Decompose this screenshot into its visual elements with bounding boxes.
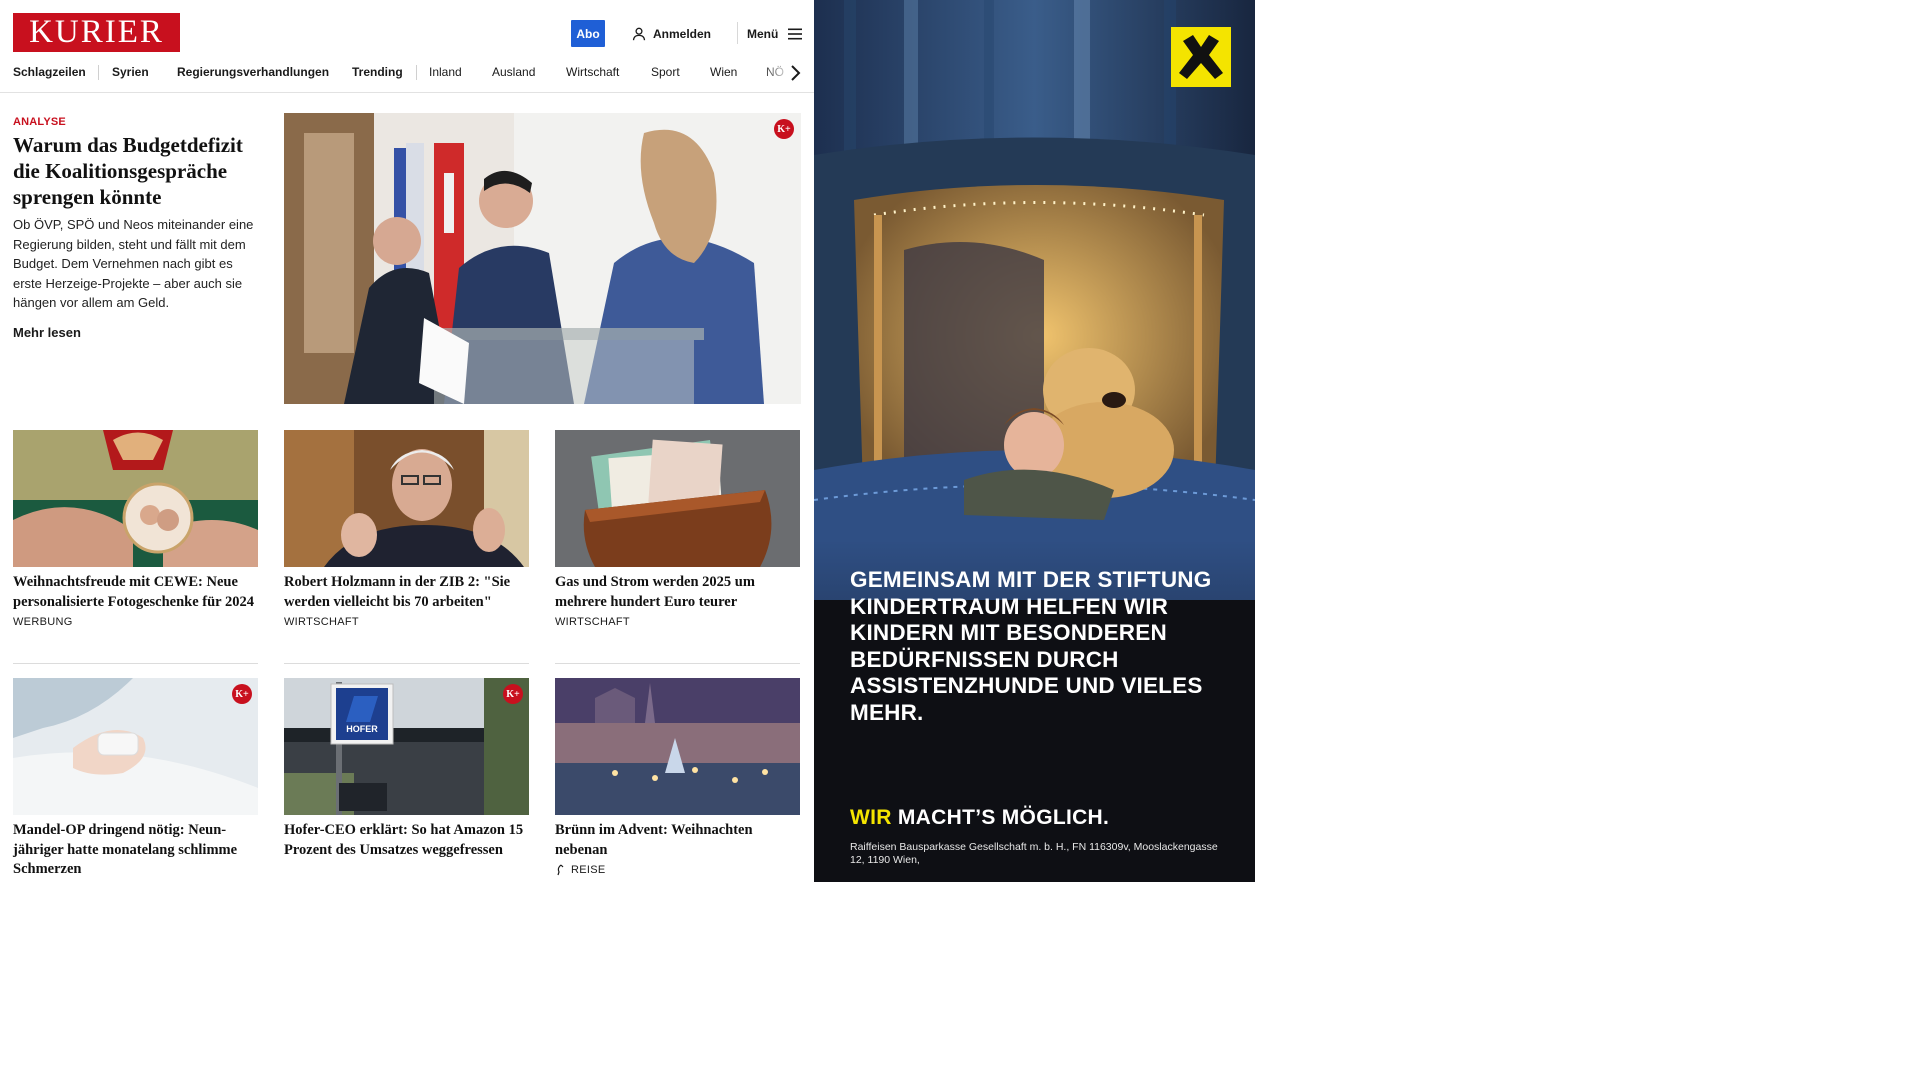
article-image xyxy=(555,430,800,567)
article-title[interactable]: Gas und Strom werden 2025 um mehrere hun… xyxy=(555,573,800,612)
header-divider xyxy=(737,22,738,44)
article-card[interactable]: HOFER K+ Hofer-CEO erklärt: So hat Amazo… xyxy=(284,678,529,860)
card-divider xyxy=(13,663,258,664)
travel-sign-icon xyxy=(557,864,564,876)
article-title[interactable]: Robert Holzmann in der ZIB 2: "Sie werde… xyxy=(284,573,529,612)
article-card[interactable]: K+ Mandel-OP dringend nötig: Neun-jährig… xyxy=(13,678,258,880)
nav-item-regierungsverhandlungen[interactable]: Regierungsverhandlungen xyxy=(177,65,329,79)
article-title[interactable]: Mandel-OP dringend nötig: Neun-jähriger … xyxy=(13,821,258,880)
raiffeisen-logo xyxy=(1171,27,1231,87)
premium-badge: K+ xyxy=(503,684,523,704)
login-label: Anmelden xyxy=(653,26,712,41)
article-card[interactable]: Robert Holzmann in der ZIB 2: "Sie werde… xyxy=(284,430,529,628)
article-image xyxy=(13,430,258,567)
news-site: KURIER Abo Anmelden Menü Schlagzeilen Sy… xyxy=(0,0,814,1080)
ad-slogan: WIR MACHT’S MÖGLICH. xyxy=(850,806,1109,830)
card-divider xyxy=(284,663,529,664)
article-category: WIRTSCHAFT xyxy=(284,616,529,628)
ad-legal-text: Raiffeisen Bausparkasse Gesellschaft m. … xyxy=(850,841,1218,866)
nav-item-schlagzeilen[interactable]: Schlagzeilen xyxy=(13,65,86,79)
photo-christmas-market xyxy=(555,678,800,815)
chevron-right-icon[interactable] xyxy=(787,63,803,83)
login-button[interactable]: Anmelden xyxy=(632,20,711,47)
abo-button[interactable]: Abo xyxy=(571,20,605,47)
nav-divider xyxy=(98,65,99,80)
premium-badge: K+ xyxy=(232,684,252,704)
topic-nav: Schlagzeilen Syrien Regierungsverhandlun… xyxy=(0,58,814,93)
photo-holzmann xyxy=(284,430,529,567)
advertisement-banner[interactable]: GEMEINSAM MIT DER STIFTUNG KINDERTRAUM H… xyxy=(814,0,1255,882)
article-category: WIRTSCHAFT xyxy=(555,616,800,628)
press-conference-photo xyxy=(284,113,801,404)
article-image xyxy=(555,678,800,815)
hero-title[interactable]: Warum das Budgetdefizit die Koalitionsge… xyxy=(13,132,265,210)
hero-image[interactable]: K+ xyxy=(284,113,801,404)
category-label: WERBUNG xyxy=(13,616,73,628)
photo-child-hand xyxy=(13,678,258,815)
nav-item-wien[interactable]: Wien xyxy=(710,65,737,79)
ad-headline: GEMEINSAM MIT DER STIFTUNG KINDERTRAUM H… xyxy=(850,567,1212,725)
nav-item-trending[interactable]: Trending xyxy=(352,65,403,79)
article-card[interactable]: Gas und Strom werden 2025 um mehrere hun… xyxy=(555,430,800,628)
menu-label: Menü xyxy=(747,26,779,41)
menu-button[interactable]: Menü xyxy=(747,20,803,47)
kurier-logo[interactable]: KURIER xyxy=(13,13,180,52)
ad-slogan-highlight: WIR xyxy=(850,806,892,829)
article-category: WERBUNG xyxy=(13,616,258,628)
article-image: HOFER K+ xyxy=(284,678,529,815)
hero-lead: Ob ÖVP, SPÖ und Neos miteinander eine Re… xyxy=(13,217,254,311)
nav-item-sport[interactable]: Sport xyxy=(651,65,680,79)
user-icon xyxy=(632,27,646,40)
article-title[interactable]: Brünn im Advent: Weihnachten nebenan xyxy=(555,821,800,860)
category-label: WIRTSCHAFT xyxy=(284,616,359,628)
premium-badge: K+ xyxy=(774,119,794,139)
category-label: REISE xyxy=(571,864,606,876)
card-divider xyxy=(555,663,800,664)
nav-divider xyxy=(416,65,417,80)
hofer-sign-text: HOFER xyxy=(346,724,378,734)
photo-ornament xyxy=(13,430,258,567)
read-more-link[interactable]: Mehr lesen xyxy=(13,325,81,340)
ad-photo xyxy=(814,0,1255,882)
article-card[interactable]: Brünn im Advent: Weihnachten nebenan REI… xyxy=(555,678,800,876)
nav-item-wirtschaft[interactable]: Wirtschaft xyxy=(566,65,619,79)
article-title[interactable]: Hofer-CEO erklärt: So hat Amazon 15 Proz… xyxy=(284,821,529,860)
nav-item-inland[interactable]: Inland xyxy=(429,65,462,79)
article-image: K+ xyxy=(13,678,258,815)
photo-hofer-store: HOFER xyxy=(284,678,529,815)
nav-item-ausland[interactable]: Ausland xyxy=(492,65,535,79)
category-label: WIRTSCHAFT xyxy=(555,616,630,628)
article-title[interactable]: Weihnachtsfreude mit CEWE: Neue personal… xyxy=(13,573,258,612)
article-category: REISE xyxy=(555,864,800,876)
nav-item-syrien[interactable]: Syrien xyxy=(112,65,149,79)
hamburger-icon xyxy=(788,28,803,39)
photo-wallet xyxy=(555,430,800,567)
ad-slogan-rest: MACHT’S MÖGLICH. xyxy=(897,806,1110,829)
article-card[interactable]: Weihnachtsfreude mit CEWE: Neue personal… xyxy=(13,430,258,628)
hero-kicker: ANALYSE xyxy=(13,116,66,128)
article-image xyxy=(284,430,529,567)
